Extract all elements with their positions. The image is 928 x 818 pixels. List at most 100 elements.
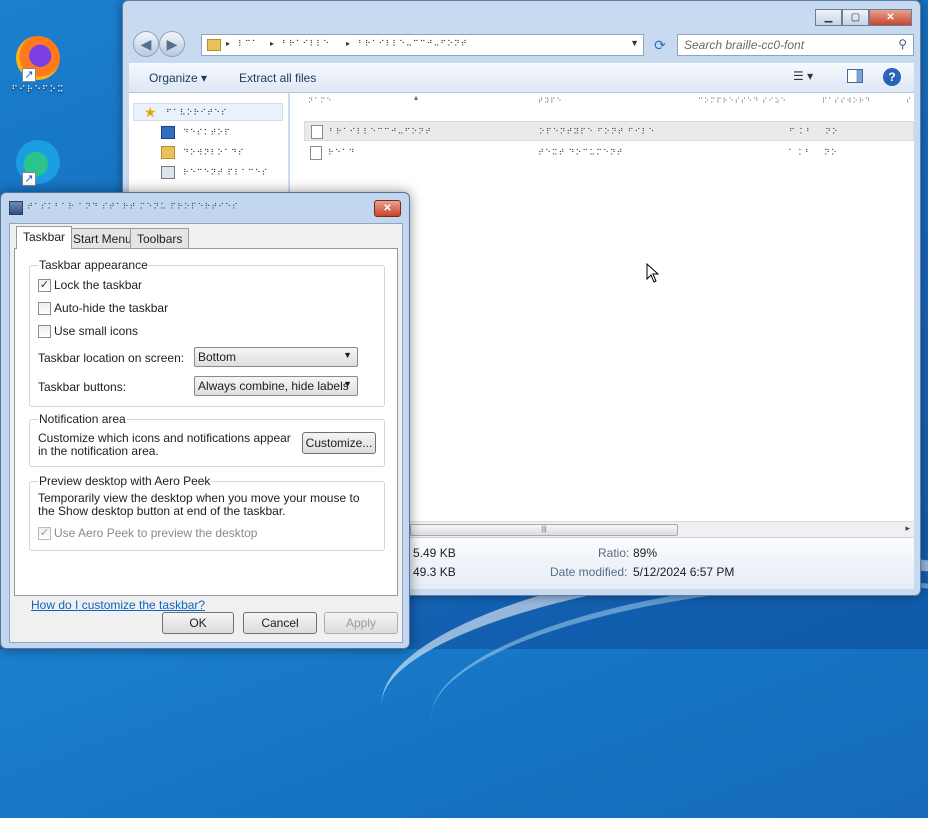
tab-panel-taskbar: Taskbar appearance ✓ Lock the taskbar Au… [14, 248, 398, 612]
file-extra: ⠝⠕ [824, 148, 838, 157]
file-name: ⠃⠗⠁⠊⠇⠇⠑⠉⠉⠚⠤⠋⠕⠝⠞ [329, 127, 432, 136]
nav-item-favorites[interactable]: ★ ⠋⠁⠧⠕⠗⠊⠞⠑⠎ [133, 103, 283, 121]
navigation-pane: ★ ⠋⠁⠧⠕⠗⠊⠞⠑⠎ ⠙⠑⠎⠅⠞⠕⠏ ⠙⠕⠺⠝⠇⠕⠁⠙⠎ ⠗⠑⠉⠑⠝⠞ ⠏⠇⠁… [129, 93, 289, 193]
chevron-down-icon: ▼ [343, 379, 352, 389]
window-controls: ▁ ▢ ✕ [815, 9, 912, 26]
sort-ascending-icon: ▴ [414, 93, 419, 102]
shortcut-arrow-icon: ↗ [22, 172, 36, 186]
ok-button[interactable]: OK [162, 612, 234, 634]
apply-button[interactable]: Apply [324, 612, 398, 634]
desktop-icon [161, 125, 175, 139]
taskbar-location-label: Taskbar location on screen: [38, 351, 185, 365]
column-header-name[interactable]: ⠝⠁⠍⠑ [308, 97, 333, 105]
small-icons-checkbox[interactable]: Use small icons [38, 324, 138, 338]
column-header-password[interactable]: ⠏⠁⠎⠎⠺⠕⠗⠙ [822, 97, 871, 105]
dialog-close-button[interactable]: ✕ [374, 200, 401, 217]
column-header-size[interactable]: ⠎ [906, 97, 912, 105]
dialog-title: ⠞⠁⠎⠅⠃⠁⠗ ⠁⠝⠙ ⠎⠞⠁⠗⠞ ⠍⠑⠝⠥ ⠏⠗⠕⠏⠑⠗⠞⠊⠑⠎ [27, 202, 239, 211]
view-options-icon[interactable]: ☰ ▾ [793, 69, 813, 83]
breadcrumb-item[interactable]: ⠇⠉⠁ [238, 39, 259, 48]
lock-taskbar-checkbox[interactable]: ✓ Lock the taskbar [38, 278, 142, 292]
taskbar-properties-dialog[interactable]: ⠞⠁⠎⠅⠃⠁⠗ ⠁⠝⠙ ⠎⠞⠁⠗⠞ ⠍⠑⠝⠥ ⠏⠗⠕⠏⠑⠗⠞⠊⠑⠎ ✕ Task… [0, 192, 410, 649]
horizontal-scrollbar[interactable]: ||| ▸ [410, 521, 914, 537]
taskbar-buttons-label: Taskbar buttons: [38, 380, 127, 394]
tab-start-menu[interactable]: Start Menu [66, 228, 139, 248]
scrollbar-thumb[interactable]: ||| [410, 524, 678, 536]
breadcrumb-item[interactable]: ⠃⠗⠁⠊⠇⠇⠑ [282, 39, 330, 48]
column-header-type[interactable]: ⠞⠽⠏⠑ [538, 97, 563, 105]
checkbox-checked-icon: ✓ [38, 526, 51, 540]
file-size: ⠋ ⠅⠃ [789, 127, 813, 136]
group-aero-peek: Preview desktop with Aero Peek Temporari… [29, 474, 385, 551]
organize-button[interactable]: Organize ▾ [149, 71, 207, 85]
chevron-down-icon: ▼ [343, 350, 352, 360]
cancel-button[interactable]: Cancel [243, 612, 317, 634]
help-icon[interactable]: ? [883, 68, 901, 86]
star-icon: ★ [144, 103, 158, 120]
firefox-icon: ↗ [16, 36, 60, 82]
group-taskbar-appearance: Taskbar appearance ✓ Lock the taskbar Au… [29, 258, 385, 407]
ratio-value: 89% [633, 546, 658, 560]
breadcrumb-separator: ▸ [226, 39, 232, 48]
desktop-icon-edge[interactable]: ↗ [8, 140, 68, 186]
close-button[interactable]: ✕ [869, 9, 912, 26]
table-row[interactable]: ⠃⠗⠁⠊⠇⠇⠑⠉⠉⠚⠤⠋⠕⠝⠞ ⠕⠏⠑⠝⠞⠽⠏⠑ ⠋⠕⠝⠞ ⠋⠊⠇⠑ ⠋ ⠅⠃ … [304, 121, 914, 141]
file-size: ⠁ ⠅⠃ [788, 148, 812, 157]
taskbar-buttons-select[interactable]: Always combine, hide labels ▼ [194, 376, 358, 396]
nav-item-desktop[interactable]: ⠙⠑⠎⠅⠞⠕⠏ [161, 123, 231, 141]
downloads-folder-icon [161, 145, 175, 159]
file-extra: ⠝⠕ [825, 127, 839, 136]
nav-item-downloads[interactable]: ⠙⠕⠺⠝⠇⠕⠁⠙⠎ [161, 143, 245, 161]
checkbox-checked-icon: ✓ [38, 278, 51, 292]
desktop-icon-firefox[interactable]: ↗ ⠋⠊⠗⠑⠋⠕⠭ [8, 36, 68, 95]
command-bar: Organize ▾ Extract all files ☰ ▾ ? [129, 63, 914, 93]
notification-description: Customize which icons and notifications … [38, 431, 291, 458]
preview-pane-icon[interactable] [847, 69, 863, 83]
tab-taskbar[interactable]: Taskbar [16, 226, 73, 249]
compressed-size-value: 5.49 KB [413, 546, 456, 560]
taskbar-location-select[interactable]: Bottom ▼ [194, 347, 358, 367]
search-input[interactable]: Search braille-cc0-font ⚲ [677, 34, 914, 56]
ratio-label: Ratio: [598, 546, 630, 560]
breadcrumb-item[interactable]: ⠃⠗⠁⠊⠇⠇⠑⠤⠉⠉⠚⠤⠋⠕⠝⠞ [358, 39, 468, 48]
dialog-body: Taskbar Start Menu Toolbars Taskbar appe… [9, 223, 403, 643]
customize-button[interactable]: Customize... [302, 432, 376, 454]
address-row: ◀ ▶ ▸ ⠇⠉⠁ ▸ ⠃⠗⠁⠊⠇⠇⠑ ▸ ⠃⠗⠁⠊⠇⠇⠑⠤⠉⠉⠚⠤⠋⠕⠝⠞ ▼… [131, 31, 914, 59]
checkbox-icon [38, 301, 51, 315]
file-type: ⠕⠏⠑⠝⠞⠽⠏⠑ ⠋⠕⠝⠞ ⠋⠊⠇⠑ [539, 127, 656, 136]
nav-item-recent-places[interactable]: ⠗⠑⠉⠑⠝⠞ ⠏⠇⠁⠉⠑⠎ [161, 163, 269, 181]
address-bar[interactable]: ▸ ⠇⠉⠁ ▸ ⠃⠗⠁⠊⠇⠇⠑ ▸ ⠃⠗⠁⠊⠇⠇⠑⠤⠉⠉⠚⠤⠋⠕⠝⠞ ▼ [201, 34, 644, 56]
text-file-icon [310, 146, 322, 160]
aero-peek-description: Temporarily view the desktop when you mo… [38, 491, 360, 518]
checkbox-icon [38, 324, 51, 338]
group-title: Notification area [38, 412, 127, 426]
search-icon[interactable]: ⚲ [898, 37, 907, 51]
group-title: Taskbar appearance [38, 258, 149, 272]
column-header-compressed-size[interactable]: ⠉⠕⠍⠏⠗⠑⠎⠎⠑⠙ ⠎⠊⠵⠑ [698, 97, 787, 105]
recent-places-icon [161, 165, 175, 179]
table-row[interactable]: ⠗⠑⠁⠙ ⠞⠑⠭⠞ ⠙⠕⠉⠥⠍⠑⠝⠞ ⠁ ⠅⠃ ⠝⠕ [304, 143, 914, 163]
breadcrumb-separator: ▸ [346, 39, 352, 48]
help-link[interactable]: How do I customize the taskbar? [31, 598, 205, 612]
desktop-icon-label: ⠋⠊⠗⠑⠋⠕⠭ [11, 84, 65, 94]
group-notification-area: Notification area Customize which icons … [29, 412, 385, 467]
file-type: ⠞⠑⠭⠞ ⠙⠕⠉⠥⠍⠑⠝⠞ [538, 148, 624, 157]
extract-all-button[interactable]: Extract all files [239, 71, 316, 85]
maximize-button[interactable]: ▢ [842, 9, 869, 26]
breadcrumb-separator: ▸ [270, 39, 276, 48]
folder-icon [207, 39, 221, 51]
minimize-button[interactable]: ▁ [815, 9, 842, 26]
search-placeholder: Search braille-cc0-font [684, 38, 805, 52]
scroll-right-icon[interactable]: ▸ [905, 523, 910, 534]
shortcut-arrow-icon: ↗ [22, 68, 36, 82]
back-button[interactable]: ◀ [133, 31, 159, 57]
group-title: Preview desktop with Aero Peek [38, 474, 212, 488]
tab-toolbars[interactable]: Toolbars [130, 228, 190, 248]
forward-button[interactable]: ▶ [159, 31, 185, 57]
date-modified-label: Date modified: [550, 565, 628, 579]
aero-peek-checkbox[interactable]: ✓ Use Aero Peek to preview the desktop [38, 526, 257, 540]
auto-hide-checkbox[interactable]: Auto-hide the taskbar [38, 301, 168, 315]
date-modified-value: 5/12/2024 6:57 PM [633, 565, 735, 579]
refresh-icon[interactable]: ⟳ [649, 34, 671, 56]
chevron-down-icon[interactable]: ▼ [630, 38, 639, 48]
